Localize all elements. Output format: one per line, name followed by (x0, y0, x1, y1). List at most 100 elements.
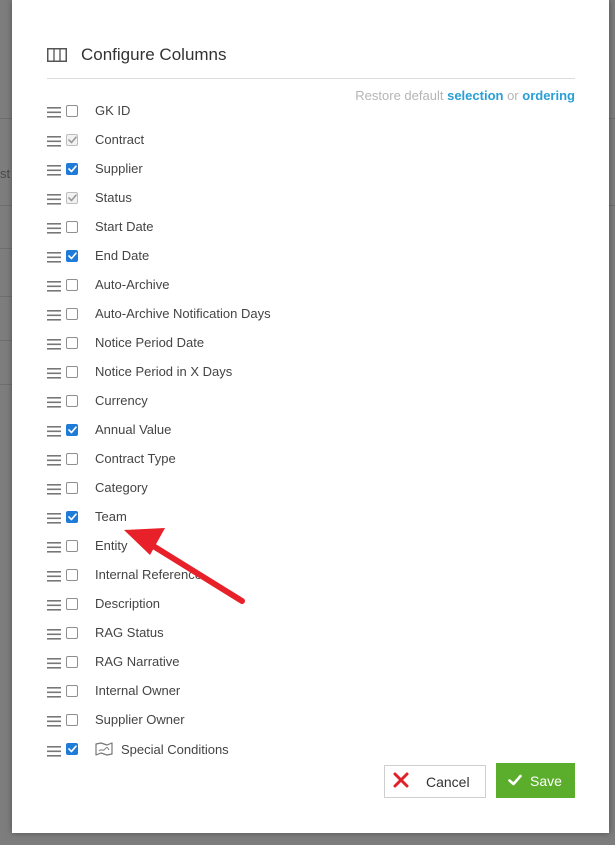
backdrop-divider (0, 248, 12, 249)
column-label: Category (95, 480, 148, 495)
drag-handle-icon[interactable] (47, 627, 61, 640)
drag-handle-icon[interactable] (47, 569, 61, 582)
drag-handle-icon[interactable] (47, 366, 61, 379)
column-checkbox[interactable] (66, 452, 78, 465)
column-checkbox[interactable] (66, 655, 78, 668)
drag-handle-icon[interactable] (47, 714, 61, 727)
drag-handle-icon[interactable] (47, 105, 61, 118)
column-label: Contract Type (95, 451, 176, 466)
drag-handle-icon[interactable] (47, 279, 61, 292)
backdrop-text: st (0, 166, 11, 181)
drag-handle-icon[interactable] (47, 308, 61, 321)
drag-handle-icon[interactable] (47, 424, 61, 437)
column-checkbox[interactable] (66, 104, 78, 117)
column-checkbox[interactable] (66, 626, 78, 639)
drag-handle-icon[interactable] (47, 250, 61, 263)
column-checkbox[interactable] (66, 220, 78, 233)
column-checkbox[interactable] (66, 162, 78, 175)
drag-handle-icon[interactable] (47, 134, 61, 147)
restore-selection-link[interactable]: selection (447, 88, 503, 103)
column-label: Annual Value (95, 422, 172, 437)
column-item: Team (47, 502, 271, 531)
column-checkbox[interactable] (66, 133, 78, 146)
column-checkbox[interactable] (66, 713, 78, 726)
column-checkbox[interactable] (66, 307, 78, 320)
column-item: Entity (47, 531, 271, 560)
column-checkbox[interactable] (66, 423, 78, 436)
backdrop-divider (0, 118, 12, 119)
close-icon (393, 772, 409, 791)
column-label: Special Conditions (121, 741, 229, 757)
column-item: Annual Value (47, 415, 271, 444)
column-label: RAG Status (95, 625, 164, 640)
column-label: Description (95, 596, 161, 611)
restore-ordering-link[interactable]: ordering (522, 88, 575, 103)
drag-handle-icon[interactable] (47, 221, 61, 234)
column-item: GK ID (47, 96, 271, 125)
checkmark-icon (508, 773, 522, 789)
column-label: Internal Owner (95, 683, 181, 698)
drag-handle-icon[interactable] (47, 685, 61, 698)
column-item: Start Date (47, 212, 271, 241)
drag-handle-icon[interactable] (47, 744, 61, 757)
column-item: Internal Owner (47, 676, 271, 705)
backdrop-divider (0, 205, 12, 206)
column-item: Description (47, 589, 271, 618)
column-checkbox[interactable] (66, 191, 78, 204)
configure-columns-dialog: Configure Columns Restore default select… (12, 0, 609, 833)
column-item: Internal Reference (47, 560, 271, 589)
column-label: Internal Reference (95, 567, 202, 582)
column-label: RAG Narrative (95, 654, 180, 669)
column-item: Currency (47, 386, 271, 415)
column-label: End Date (95, 248, 150, 263)
column-item: Supplier Owner (47, 705, 271, 734)
backdrop-divider (0, 384, 12, 385)
restore-defaults: Restore default selection or ordering (355, 88, 575, 103)
drag-handle-icon[interactable] (47, 453, 61, 466)
drag-handle-icon[interactable] (47, 511, 61, 524)
drag-handle-icon[interactable] (47, 598, 61, 611)
column-label: Status (95, 190, 132, 205)
column-item: Special Conditions (47, 734, 271, 764)
column-item: Category (47, 473, 271, 502)
drag-handle-icon[interactable] (47, 656, 61, 669)
drag-handle-icon[interactable] (47, 395, 61, 408)
column-label: Contract (95, 132, 145, 147)
column-label: Start Date (95, 219, 154, 234)
column-item: Status (47, 183, 271, 212)
cancel-label: Cancel (426, 773, 470, 790)
column-checkbox[interactable] (66, 568, 78, 581)
column-item: RAG Status (47, 618, 271, 647)
backdrop-divider (0, 340, 12, 341)
column-label: GK ID (95, 103, 131, 118)
drag-handle-icon[interactable] (47, 337, 61, 350)
column-checkbox[interactable] (66, 539, 78, 552)
column-label: Supplier (95, 161, 143, 176)
restore-prefix: Restore default (355, 88, 444, 103)
column-checkbox[interactable] (66, 365, 78, 378)
column-checkbox[interactable] (66, 278, 78, 291)
column-checkbox[interactable] (66, 743, 78, 755)
column-checkbox[interactable] (66, 481, 78, 494)
column-checkbox[interactable] (66, 684, 78, 697)
drag-handle-icon[interactable] (47, 192, 61, 205)
column-checkbox[interactable] (66, 597, 78, 610)
column-checkbox[interactable] (66, 510, 78, 523)
dialog-header: Configure Columns (47, 43, 227, 67)
drag-handle-icon[interactable] (47, 482, 61, 495)
backdrop-divider (0, 296, 12, 297)
column-checkbox[interactable] (66, 394, 78, 407)
dialog-title: Configure Columns (81, 45, 227, 64)
save-button[interactable]: Save (496, 763, 575, 798)
column-item: Contract (47, 125, 271, 154)
column-item: Auto-Archive Notification Days (47, 299, 271, 328)
column-item: RAG Narrative (47, 647, 271, 676)
column-label: Supplier Owner (95, 712, 185, 727)
column-checkbox[interactable] (66, 249, 78, 262)
drag-handle-icon[interactable] (47, 163, 61, 176)
drag-handle-icon[interactable] (47, 540, 61, 553)
cancel-button[interactable]: Cancel (384, 765, 486, 798)
column-label: Entity (95, 538, 128, 553)
column-checkbox[interactable] (66, 336, 78, 349)
column-label: Notice Period in X Days (95, 364, 233, 379)
